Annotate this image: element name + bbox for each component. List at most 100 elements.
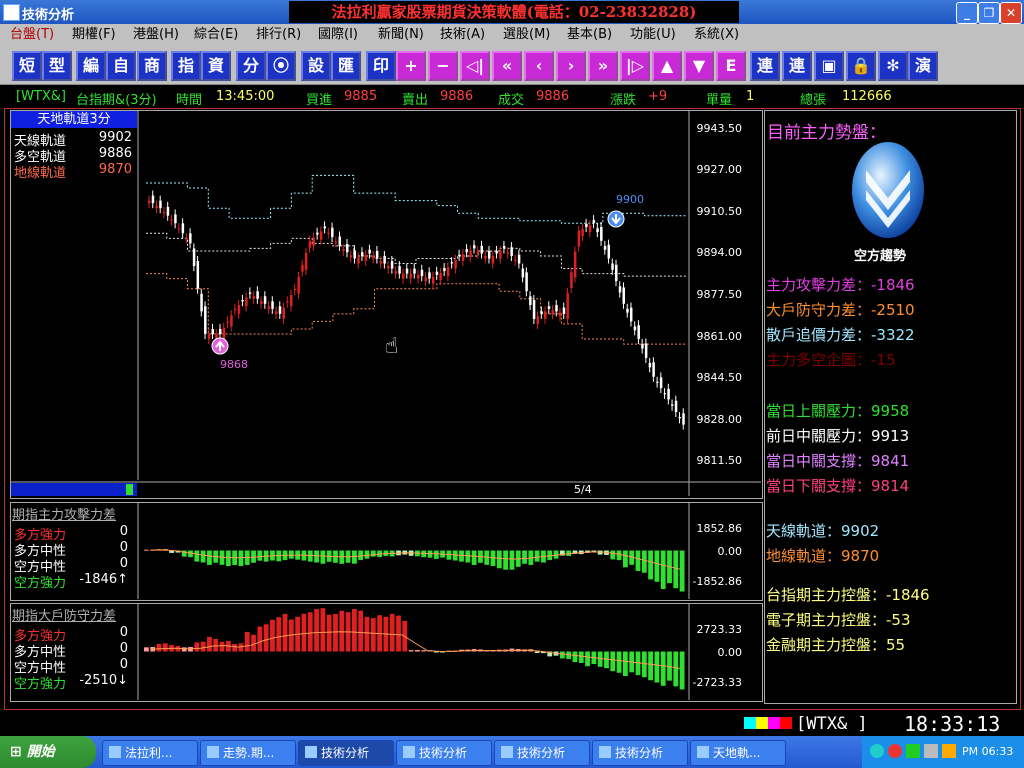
side-row: 當日下關支撐：9814: [766, 475, 909, 500]
taskbar-button[interactable]: 法拉利...: [102, 740, 198, 766]
toolbar-button[interactable]: +: [396, 51, 426, 81]
toolbar-button[interactable]: 連: [782, 51, 812, 81]
tray-icon-5[interactable]: [942, 744, 956, 758]
tray-icon-1[interactable]: [870, 744, 884, 758]
window-title-bar[interactable]: 技術分析 法拉利贏家股票期貨決策軟體(電話：02-23832828) _ ❐ ✕: [0, 0, 1024, 24]
side-row-value: 9902: [841, 522, 880, 540]
taskbar-button[interactable]: 天地軌...: [690, 740, 786, 766]
toolbar-button[interactable]: 設: [301, 51, 331, 81]
candle: [151, 195, 155, 204]
candle: [346, 244, 349, 253]
close-button[interactable]: ✕: [1000, 2, 1022, 24]
toolbar-button[interactable]: E: [716, 51, 746, 81]
indicator-bar: [496, 550, 502, 569]
toolbar-button[interactable]: ▣: [814, 51, 844, 81]
candle: [267, 306, 271, 309]
toolbar-button[interactable]: ‹: [524, 51, 554, 81]
toolbar-button[interactable]: 商: [137, 51, 167, 81]
toolbar-button[interactable]: 指: [171, 51, 201, 81]
toolbar-button[interactable]: 編: [76, 51, 106, 81]
candle: [499, 250, 502, 259]
restore-button[interactable]: ❐: [978, 2, 1000, 24]
candle: [204, 306, 207, 335]
defense-chart-svg[interactable]: [10, 603, 762, 701]
menu-item[interactable]: 基本(B): [567, 24, 612, 46]
indicator-bar: [578, 651, 584, 663]
menu-item[interactable]: 排行(R): [256, 24, 301, 46]
toolbar-button[interactable]: 🔒: [846, 51, 876, 81]
indicator-bar: [534, 651, 540, 654]
app-icon: [3, 4, 20, 21]
menu-item[interactable]: 台盤(T): [10, 24, 54, 46]
candle: [327, 232, 330, 234]
toolbar-button[interactable]: 分: [236, 51, 266, 81]
menu-item[interactable]: 功能(U): [630, 24, 676, 46]
toolbar-button[interactable]: 資: [201, 51, 231, 81]
toolbar-button[interactable]: ⦿: [266, 51, 296, 81]
candle: [271, 301, 274, 309]
minimize-button[interactable]: _: [956, 2, 978, 24]
indicator-bar: [370, 618, 376, 652]
candle: [521, 268, 525, 278]
toolbar-button[interactable]: 演: [908, 51, 938, 81]
start-button[interactable]: ⊞ 開始: [0, 736, 96, 768]
indicator-bar: [622, 651, 628, 677]
candle: [510, 247, 513, 256]
toolbar-button[interactable]: ›: [556, 51, 586, 81]
taskbar-button[interactable]: 技術分析: [396, 740, 492, 766]
indicator-bar: [648, 550, 653, 580]
taskbar-button[interactable]: 技術分析: [298, 740, 394, 766]
bid-value: 9885: [344, 89, 378, 104]
toolbar-button[interactable]: ✻: [878, 51, 908, 81]
toolbar-button[interactable]: 自: [106, 51, 136, 81]
taskbar-button[interactable]: 技術分析: [592, 740, 688, 766]
status-symbol: [WTX& ]: [796, 714, 868, 734]
toolbar-button[interactable]: −: [428, 51, 458, 81]
candle: [473, 245, 476, 249]
task-app-icon: [599, 746, 611, 758]
taskbar-button[interactable]: 技術分析: [494, 740, 590, 766]
menu-item[interactable]: 國際(I): [318, 24, 358, 46]
time-value: 13:45:00: [216, 89, 275, 104]
menu-item[interactable]: 選股(M): [503, 24, 550, 46]
main-chart-svg[interactable]: 9868 9900: [10, 110, 762, 498]
toolbar-button[interactable]: 印: [366, 51, 396, 81]
side-row-label: 當日上關壓力：: [766, 402, 872, 420]
status-bar: [WTX& ] 18:33:13: [0, 712, 1024, 736]
toolbar-button[interactable]: 短: [12, 51, 42, 81]
menu-item[interactable]: 綜合(E): [194, 24, 238, 46]
toolbar-button[interactable]: ▼: [684, 51, 714, 81]
candle: [174, 214, 177, 224]
toolbar-button[interactable]: »: [588, 51, 618, 81]
candle: [544, 311, 547, 319]
scroll-thumb[interactable]: [126, 484, 133, 495]
toolbar-button[interactable]: |▷: [620, 51, 650, 81]
tray-icon-2[interactable]: [888, 744, 902, 758]
menu-item[interactable]: 系統(X): [694, 24, 739, 46]
menu-item[interactable]: 期權(F): [72, 24, 116, 46]
candle: [603, 245, 607, 250]
tray-icon-3[interactable]: [906, 744, 920, 758]
change-value: +9: [648, 89, 668, 104]
menu-item[interactable]: 技術(A): [440, 24, 485, 46]
candle: [413, 268, 416, 274]
scroll-track[interactable]: [11, 483, 137, 496]
menu-item[interactable]: 港盤(H): [133, 24, 179, 46]
toolbar-button[interactable]: 連: [750, 51, 780, 81]
toolbar-button[interactable]: ▲: [652, 51, 682, 81]
candle: [331, 227, 334, 238]
attack-chart-svg[interactable]: [10, 502, 762, 600]
candle: [622, 287, 625, 304]
toolbar-button[interactable]: ◁|: [460, 51, 490, 81]
toolbar-button[interactable]: 型: [42, 51, 72, 81]
taskbar-button[interactable]: 走勢.期...: [200, 740, 296, 766]
volume-label: 單量: [706, 93, 733, 108]
candle: [293, 288, 297, 290]
candle: [656, 381, 659, 383]
candle: [177, 228, 181, 230]
toolbar-button[interactable]: «: [492, 51, 522, 81]
candle: [379, 261, 383, 264]
toolbar-button[interactable]: 匯: [331, 51, 361, 81]
menu-item[interactable]: 新聞(N): [378, 24, 424, 46]
tray-icon-4[interactable]: [924, 744, 938, 758]
